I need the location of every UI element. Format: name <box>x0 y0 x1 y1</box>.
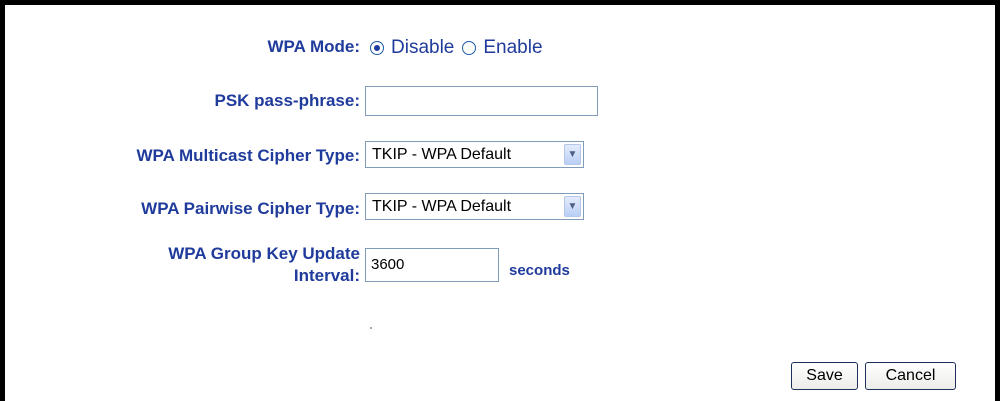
decorative-dot <box>370 327 372 329</box>
group-key-label-line2: Interval: <box>293 266 360 285</box>
pairwise-cipher-select[interactable]: TKIP - WPA Default ▼ <box>365 193 584 220</box>
disable-radio-icon[interactable] <box>370 41 384 55</box>
group-key-label-line1: WPA Group Key Update <box>168 244 360 263</box>
cancel-button[interactable]: Cancel <box>865 362 956 390</box>
chevron-down-icon[interactable]: ▼ <box>564 196 581 217</box>
multicast-cipher-value: TKIP - WPA Default <box>372 145 512 163</box>
multicast-cipher-select[interactable]: TKIP - WPA Default ▼ <box>365 141 584 168</box>
enable-radio-icon[interactable] <box>462 41 477 55</box>
chevron-down-icon[interactable]: ▼ <box>564 144 581 165</box>
pairwise-cipher-label: WPA Pairwise Cipher Type: <box>141 199 360 218</box>
seconds-unit-label: seconds <box>509 262 570 279</box>
disable-radio-label[interactable]: Disable <box>391 37 454 59</box>
pairwise-cipher-value: TKIP - WPA Default <box>372 197 512 215</box>
psk-passphrase-input[interactable] <box>365 86 598 116</box>
psk-passphrase-label: PSK pass-phrase: <box>214 91 361 110</box>
wpa-mode-radio-group: Disable Enable <box>370 37 551 59</box>
wpa-mode-label: WPA Mode: <box>267 37 360 56</box>
multicast-cipher-label: WPA Multicast Cipher Type: <box>136 146 360 165</box>
group-key-interval-input[interactable]: 3600 <box>365 248 499 282</box>
enable-radio-label[interactable]: Enable <box>483 37 542 59</box>
save-button[interactable]: Save <box>791 362 858 390</box>
